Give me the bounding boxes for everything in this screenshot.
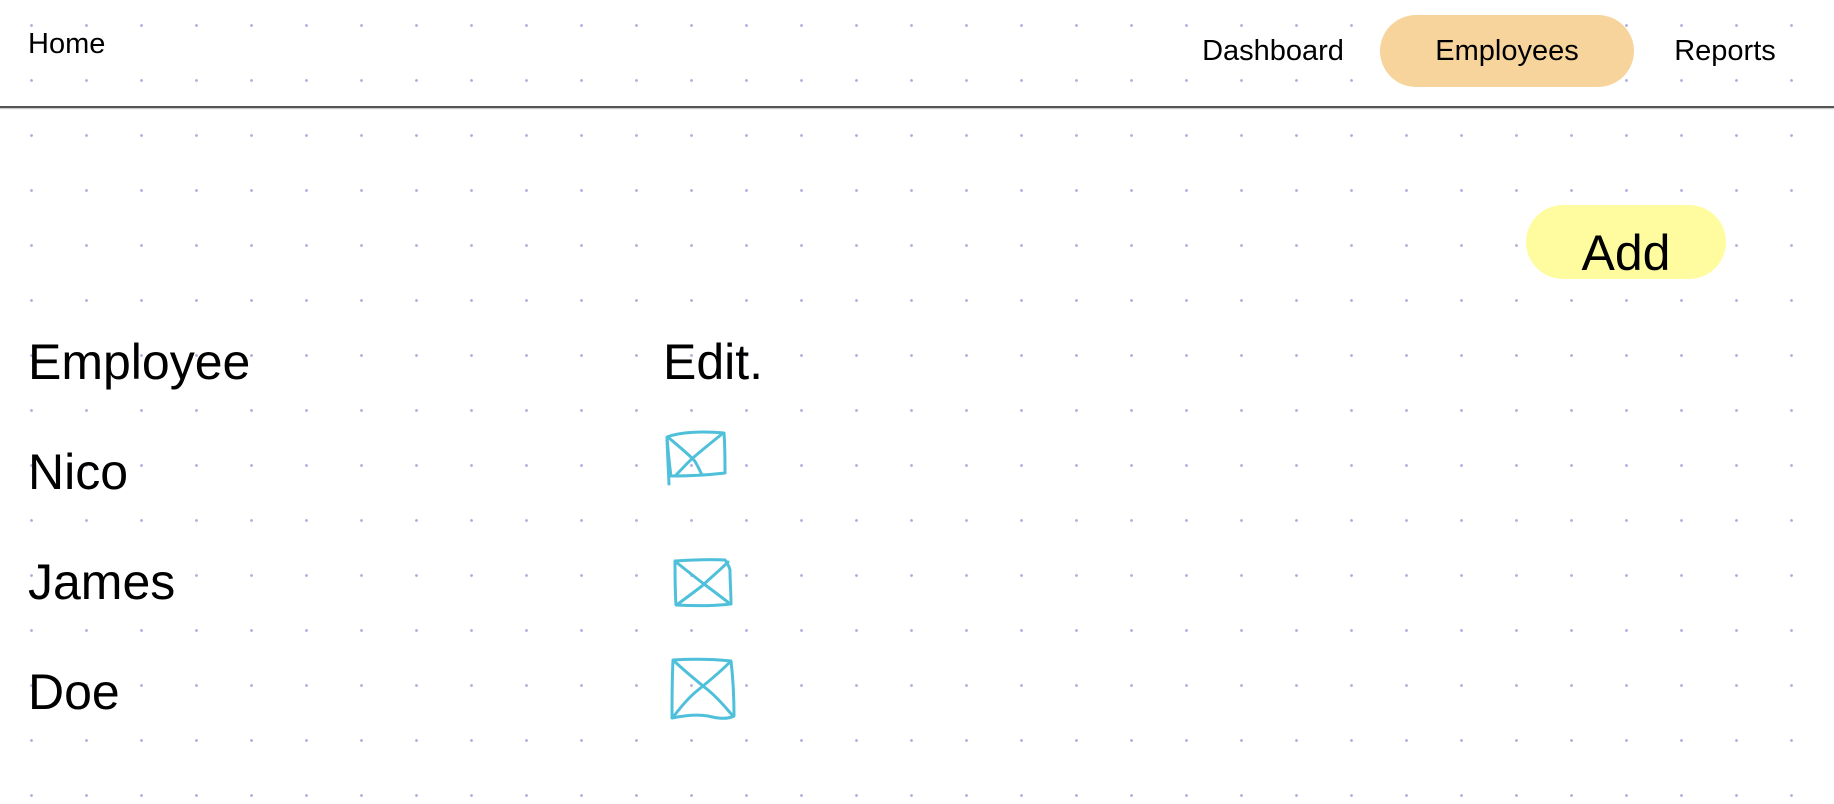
employee-name: Doe (28, 664, 120, 720)
edit-image-placeholder-icon[interactable] (672, 556, 734, 608)
column-header-employee: Employee (28, 334, 251, 390)
employee-name: Nico (28, 444, 129, 500)
header-divider (0, 106, 1834, 108)
edit-image-placeholder-icon[interactable] (668, 656, 738, 724)
home-link[interactable]: Home (28, 26, 105, 62)
nav-item-dashboard[interactable]: Dashboard (1188, 15, 1358, 87)
employee-name: James (28, 554, 176, 610)
nav-item-employees[interactable]: Employees (1380, 15, 1634, 87)
add-employee-button[interactable]: Add (1526, 205, 1726, 281)
top-navigation-bar: Home Dashboard Employees Reports (0, 0, 1834, 108)
edit-image-placeholder-icon[interactable] (664, 430, 728, 486)
column-header-edit: Edit. (663, 334, 764, 390)
nav-item-reports[interactable]: Reports (1660, 15, 1790, 87)
